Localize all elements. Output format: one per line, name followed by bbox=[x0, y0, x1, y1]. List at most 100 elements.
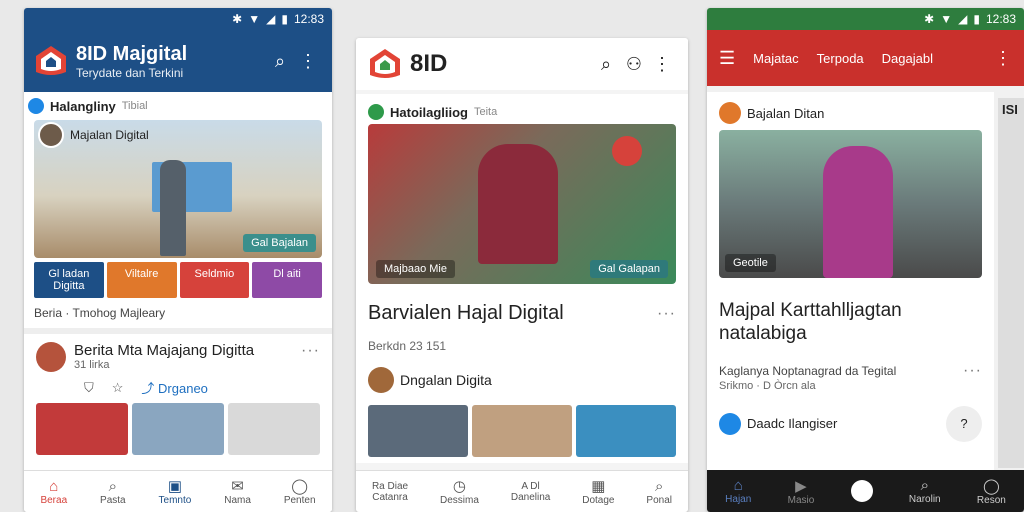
status-time: 12:83 bbox=[293, 12, 324, 26]
tab[interactable]: Terpoda bbox=[817, 51, 864, 66]
section-meta: Teita bbox=[474, 106, 498, 118]
fab-button[interactable]: ? bbox=[946, 405, 982, 442]
more-icon[interactable]: ··· bbox=[301, 342, 320, 360]
channel-icon bbox=[719, 412, 741, 435]
nav-label: Narolin bbox=[908, 494, 941, 505]
bookmark-icon[interactable]: ⛉ bbox=[84, 380, 94, 396]
search-icon: ⌕ bbox=[108, 477, 118, 495]
thumbnail[interactable] bbox=[132, 403, 224, 455]
nav-sub: Dessima bbox=[440, 495, 479, 506]
feature-card[interactable]: Hatoilagliiog Teita Majbaao Mie Gal Gala… bbox=[356, 94, 688, 463]
thumbnail[interactable] bbox=[368, 405, 468, 457]
category-chip[interactable]: Seldmio bbox=[179, 262, 250, 298]
nav-label: Masio bbox=[787, 494, 815, 506]
nav-label: Temnto bbox=[158, 495, 192, 506]
status-bar: ✱ ▼ ◢ ▮ 12:83 bbox=[24, 8, 332, 30]
nav-home[interactable]: ⌂ Hajan bbox=[725, 477, 751, 505]
badge-icon bbox=[612, 136, 642, 166]
category-chip[interactable]: Dl aiti bbox=[252, 262, 322, 298]
section-icon bbox=[368, 104, 384, 120]
search-icon: ⌕ bbox=[920, 477, 929, 494]
channel-name: Daadc Ilangiser bbox=[747, 416, 838, 432]
thumbnail[interactable] bbox=[472, 405, 572, 457]
more-icon[interactable]: ··· bbox=[657, 305, 676, 323]
phone-screen-1: ✱ ▼ ◢ ▮ 12:83 8ID Majgital Terydate dan … bbox=[24, 8, 332, 512]
headline[interactable]: Majpal Karttahlljagtan natalabiga bbox=[719, 300, 982, 346]
bottom-nav: ⌂ Hajan ▶ Masio ⌕ Narolin ◯ Reson bbox=[707, 470, 1024, 512]
feature-footer: Beria · Tmohog Majleary bbox=[34, 306, 166, 320]
nav-search[interactable]: ⌕ Narolin bbox=[909, 477, 941, 505]
tab[interactable]: Dagajabl bbox=[882, 51, 933, 66]
section-meta: Tibial bbox=[121, 100, 148, 112]
nav-item[interactable]: A Dl Danelina bbox=[511, 481, 550, 503]
more-vert-icon[interactable]: ⋮ bbox=[294, 47, 322, 75]
nav-item[interactable]: ▶ Masio bbox=[788, 477, 815, 506]
search-icon: ⌕ bbox=[655, 477, 664, 495]
section-header: Bajalan Ditan bbox=[719, 100, 982, 130]
feature-card[interactable]: Majalan Digital Gal Bajalan Gl ladan Dig… bbox=[24, 120, 332, 328]
more-vert-icon[interactable]: ⋮ bbox=[648, 50, 676, 78]
app-logo bbox=[368, 47, 402, 81]
video-icon: ▶ bbox=[795, 477, 807, 495]
feature-pill[interactable]: Gal Galapan bbox=[590, 260, 668, 278]
nav-label: Pasta bbox=[100, 494, 126, 506]
nav-app[interactable]: ▣ Temnto bbox=[159, 477, 192, 506]
menu-icon[interactable]: ☰ bbox=[719, 48, 735, 69]
section-header: Halangliny Tibial bbox=[24, 92, 332, 120]
profile-icon: ◯ bbox=[982, 477, 1000, 495]
bluetooth-icon: ✱ bbox=[924, 12, 935, 26]
person-figure bbox=[478, 144, 558, 264]
feature-photo[interactable]: Geotile bbox=[719, 130, 982, 278]
nav-item[interactable]: ◷ Dessima bbox=[440, 477, 479, 506]
share-label: Drganeo bbox=[158, 381, 208, 396]
app-bar: ☰ Majatac Terpoda Dagajabl ⋮ bbox=[707, 30, 1024, 86]
nav-sub: Danelina bbox=[510, 491, 551, 503]
person-figure bbox=[823, 146, 893, 278]
feature-pill[interactable]: Gal Bajalan bbox=[243, 234, 316, 252]
tab[interactable]: Majatac bbox=[753, 51, 799, 66]
category-chip[interactable]: Viltalre bbox=[106, 262, 177, 298]
post-card[interactable]: Berita Mta Majajang Digitta 31 lirka ···… bbox=[24, 328, 332, 463]
category-chip[interactable]: Gl ladan Digitta bbox=[34, 262, 104, 298]
app-bar: 8ID Majgital Terydate dan Terkini ⌕ ⋮ bbox=[24, 30, 332, 92]
headline[interactable]: Barvialen Hajal Digital bbox=[368, 302, 657, 325]
nav-label: A Dl bbox=[521, 480, 540, 492]
search-icon[interactable]: ⌕ bbox=[266, 47, 294, 75]
nav-item[interactable]: ▦ Dotage bbox=[582, 477, 614, 506]
nav-profile[interactable]: ◯ Reson bbox=[977, 477, 1006, 506]
thumbnail[interactable] bbox=[576, 405, 676, 457]
app-bar: 8ID ⌕ ⚇ ⋮ bbox=[356, 38, 688, 90]
feature-caption: Majbaao Mie bbox=[376, 260, 455, 278]
thumbnail[interactable] bbox=[36, 403, 128, 455]
feature-author: Majalan Digital bbox=[70, 128, 149, 142]
feature-card[interactable]: Bajalan Ditan Geotile Majpal Karttahllja… bbox=[707, 92, 994, 472]
nav-item[interactable]: Ra Diae Catanra bbox=[372, 481, 408, 503]
bottom-nav: Ra Diae Catanra ◷ Dessima A Dl Danelina ▦ Do… bbox=[356, 470, 688, 512]
author-avatar bbox=[368, 367, 394, 393]
nav-center[interactable] bbox=[850, 480, 873, 502]
search-icon[interactable]: ⌕ bbox=[592, 50, 620, 78]
more-icon[interactable]: ··· bbox=[963, 362, 982, 380]
share-button[interactable]: ⤴ Drganeo bbox=[141, 378, 208, 397]
nav-item[interactable]: ⌕ Ponal bbox=[646, 478, 672, 506]
author-name: Dngalan Digita bbox=[400, 372, 492, 388]
nav-home[interactable]: ⌂ Beraa bbox=[40, 478, 67, 506]
app-title: 8ID bbox=[410, 50, 448, 77]
more-vert-icon[interactable]: ⋮ bbox=[994, 48, 1012, 69]
feature-photo[interactable]: Majbaao Mie Gal Galapan bbox=[368, 124, 676, 284]
nav-notifications[interactable]: ✉ Nama bbox=[224, 477, 251, 506]
account-icon[interactable]: ⚇ bbox=[620, 50, 648, 78]
section-icon bbox=[719, 102, 741, 124]
home-icon: ⌂ bbox=[733, 477, 743, 494]
star-icon[interactable]: ☆ bbox=[112, 380, 124, 396]
nav-profile[interactable]: ◯ Penten bbox=[284, 477, 316, 506]
battery-icon: ▮ bbox=[281, 12, 288, 26]
section-label: Halangliny bbox=[50, 98, 116, 114]
nav-sub: Ponal bbox=[646, 494, 672, 506]
nav-search[interactable]: ⌕ Pasta bbox=[100, 478, 126, 506]
nav-label: Hajan bbox=[725, 494, 752, 505]
post-title: Berita Mta Majajang Digitta bbox=[74, 342, 255, 359]
bottom-nav: ⌂ Beraa ⌕ Pasta ▣ Temnto ✉ Nama ◯ Penten bbox=[24, 470, 332, 512]
thumbnail[interactable] bbox=[228, 403, 320, 455]
feature-photo[interactable]: Majalan Digital Gal Bajalan bbox=[34, 120, 322, 258]
